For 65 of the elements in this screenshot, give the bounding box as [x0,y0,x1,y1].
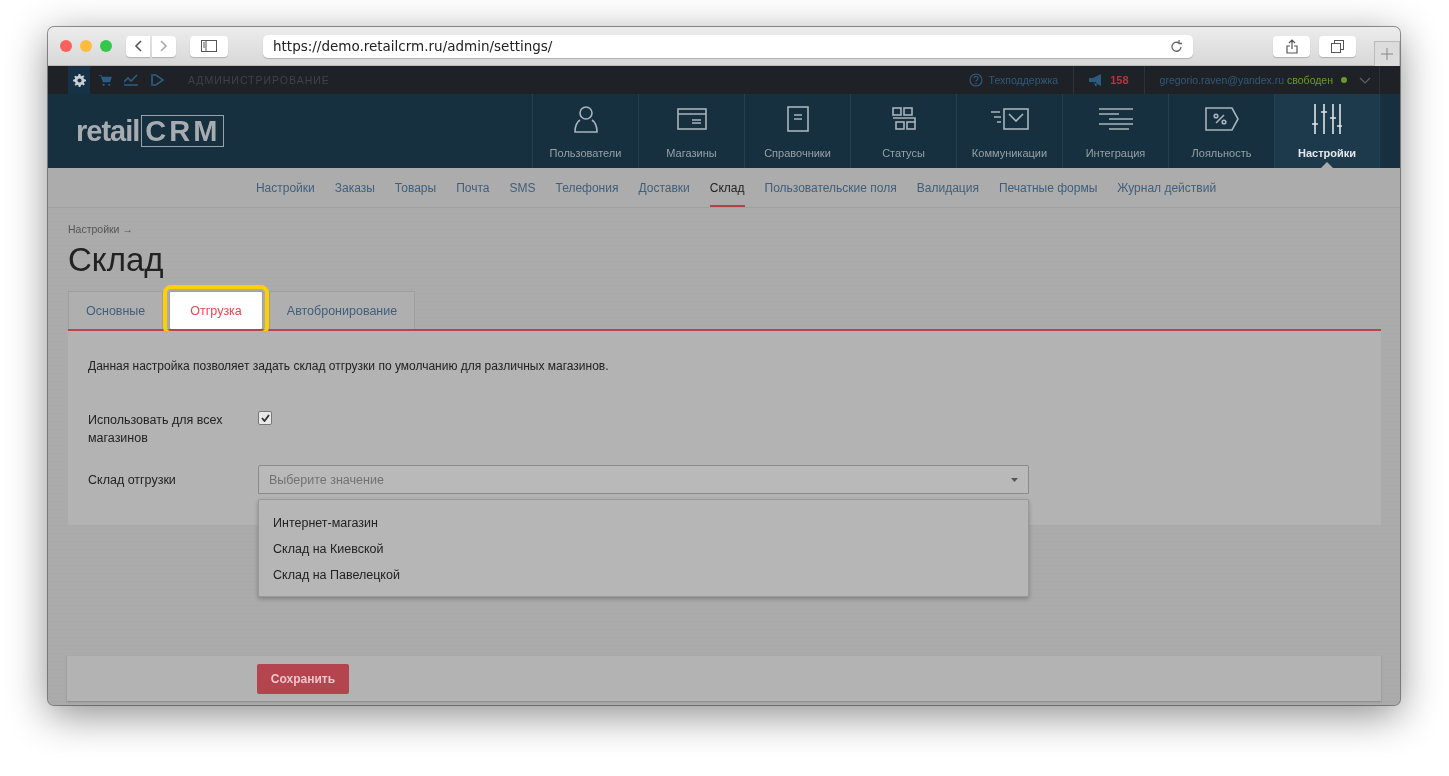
check-icon [260,414,270,422]
dropdown-option[interactable]: Склад на Павелецкой [259,564,1028,590]
status-dot [1341,77,1347,83]
help-icon[interactable] [968,73,983,87]
caret-icon [1011,477,1018,482]
subnav-link[interactable]: Товары [394,168,437,207]
zoom-window-button[interactable] [100,40,112,52]
tabs-button[interactable] [1319,35,1356,57]
tabs-icon [1331,39,1344,53]
description-text: Данная настройка позволяет задать склад отгрузки по умолчанию для различных магазинов. [88,359,610,373]
field-label: Склад отгрузки [88,472,177,489]
subnav-link[interactable]: Телефония [555,168,619,207]
subnav-link[interactable]: Доставки [638,168,690,207]
close-window-button[interactable] [60,40,72,52]
subnav-link[interactable]: Валидация [916,168,979,207]
sidebar-button[interactable] [190,35,228,57]
document-icon [786,106,809,132]
share-button[interactable] [1273,35,1310,57]
checkbox[interactable] [258,411,272,425]
chevron-down-icon[interactable] [1359,76,1371,84]
save-button[interactable]: Сохранить [257,663,349,694]
dropdown-option[interactable]: Интернет-магазин [259,512,1028,538]
support-link[interactable]: Техподдержка [988,74,1059,86]
plus-icon [1381,48,1393,60]
subnav-link[interactable]: SMS [509,168,536,207]
subnav-link[interactable]: Журнал действий [1117,168,1217,207]
dropdown-option[interactable]: Склад на Киевской [259,538,1028,564]
breadcrumb-link[interactable]: Настройки → [68,223,133,235]
notification-count[interactable]: 158 [1110,74,1129,86]
subnav-link[interactable]: Печатные формы [998,168,1098,207]
chevron-right-icon [160,40,168,52]
cart-icon[interactable] [98,74,112,86]
sliders-icon [1312,104,1342,134]
minimize-window-button[interactable] [80,40,92,52]
user-status: свободен [1287,74,1333,86]
play-icon[interactable] [150,74,164,86]
select-field[interactable]: Выберите значение [258,465,1029,494]
tab[interactable]: Автобронирование [268,291,416,329]
chart-icon[interactable] [124,74,138,86]
window-icon [676,108,707,130]
subnav-link[interactable]: Заказы [334,168,375,207]
subnav-link[interactable]: Настройки [255,168,315,207]
percent-tag-icon [1204,107,1239,131]
chevron-left-icon [134,40,142,52]
url-text: https://demo.retailcrm.ru/admin/settings/ [273,38,553,54]
user-icon [572,105,599,133]
envelope-icon [990,108,1029,130]
gear-icon[interactable] [72,73,86,87]
forward-button[interactable] [152,35,176,57]
reload-icon[interactable] [1171,39,1183,53]
grid-icon [890,106,917,132]
back-button[interactable] [126,35,150,57]
new-tab-button[interactable] [1374,41,1400,66]
page-title: Склад [68,241,164,279]
field-label: Использовать для всех магазинов [88,412,224,447]
logo[interactable]: retail CRM [48,94,532,168]
address-bar[interactable]: https://demo.retailcrm.ru/admin/settings/ [263,34,1193,58]
lines-icon [1098,108,1133,130]
nav-item[interactable]: Настройки [1274,94,1380,168]
sidebar-icon [201,40,217,52]
subnav-link[interactable]: Пользовательские поля [764,168,897,207]
share-icon [1285,38,1298,54]
user-email[interactable]: gregorio.raven@yandex.ru [1159,74,1285,86]
subnav-link[interactable]: Почта [456,168,490,207]
tab[interactable]: Основные [68,291,164,329]
